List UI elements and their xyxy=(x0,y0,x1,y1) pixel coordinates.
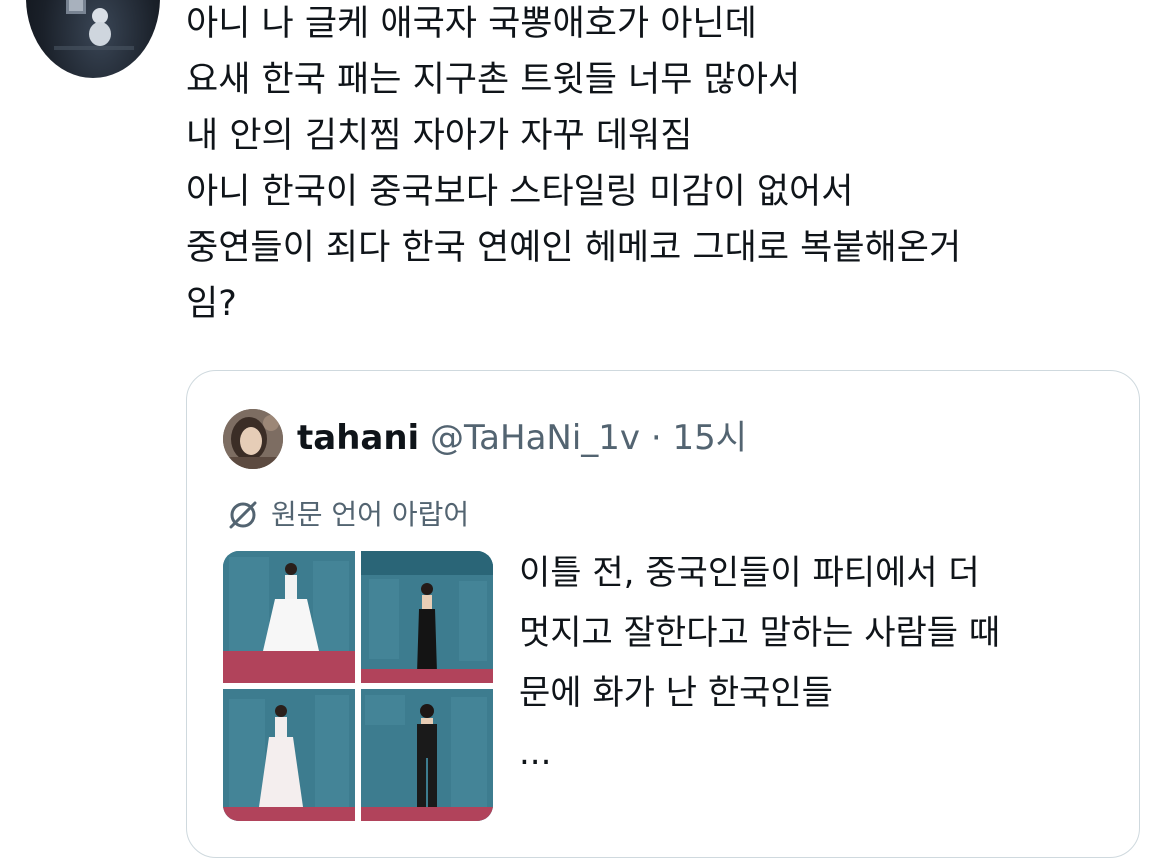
tweet-body-text: 아니 나 글케 애국자 국뽕애호가 아닌데 요새 한국 패는 지구촌 트윗들 너… xyxy=(186,4,962,324)
black-halter-dress-photo xyxy=(361,551,493,683)
quoted-tweet-header: tahani @TaHaNi_1v · 15시 xyxy=(297,413,747,463)
quoted-avatar-image xyxy=(223,409,283,469)
quoted-tweet-text: 이틀 전, 중국인들이 파티에서 더 멋지고 잘한다고 말하는 사람들 때 문에… xyxy=(519,553,1001,713)
translation-notice[interactable]: 원문 언어 아랍어 xyxy=(225,497,469,533)
quoted-author-handle[interactable]: @TaHaNi_1v xyxy=(430,418,640,458)
black-suit-photo xyxy=(361,689,493,821)
media-photo-1[interactable] xyxy=(223,551,355,683)
quoted-author-name[interactable]: tahani xyxy=(297,418,419,458)
media-photo-2[interactable] xyxy=(361,551,493,683)
white-gown-photo xyxy=(223,551,355,683)
quoted-tweet-ellipsis: ... xyxy=(519,733,552,773)
quoted-author-avatar[interactable] xyxy=(223,409,283,469)
translate-icon xyxy=(229,501,257,529)
user-avatar[interactable] xyxy=(26,0,160,78)
avatar-image xyxy=(54,0,134,50)
quoted-tweet-card[interactable]: tahani @TaHaNi_1v · 15시 원문 언어 아랍어 이틀 전, … xyxy=(186,370,1140,858)
media-photo-4[interactable] xyxy=(361,689,493,821)
white-gown-photo-2 xyxy=(223,689,355,821)
quoted-media-grid[interactable] xyxy=(223,551,493,821)
quoted-tweet-time[interactable]: 15시 xyxy=(672,418,747,458)
header-separator: · xyxy=(650,418,662,458)
translation-label: 원문 언어 아랍어 xyxy=(271,498,470,531)
media-photo-3[interactable] xyxy=(223,689,355,821)
